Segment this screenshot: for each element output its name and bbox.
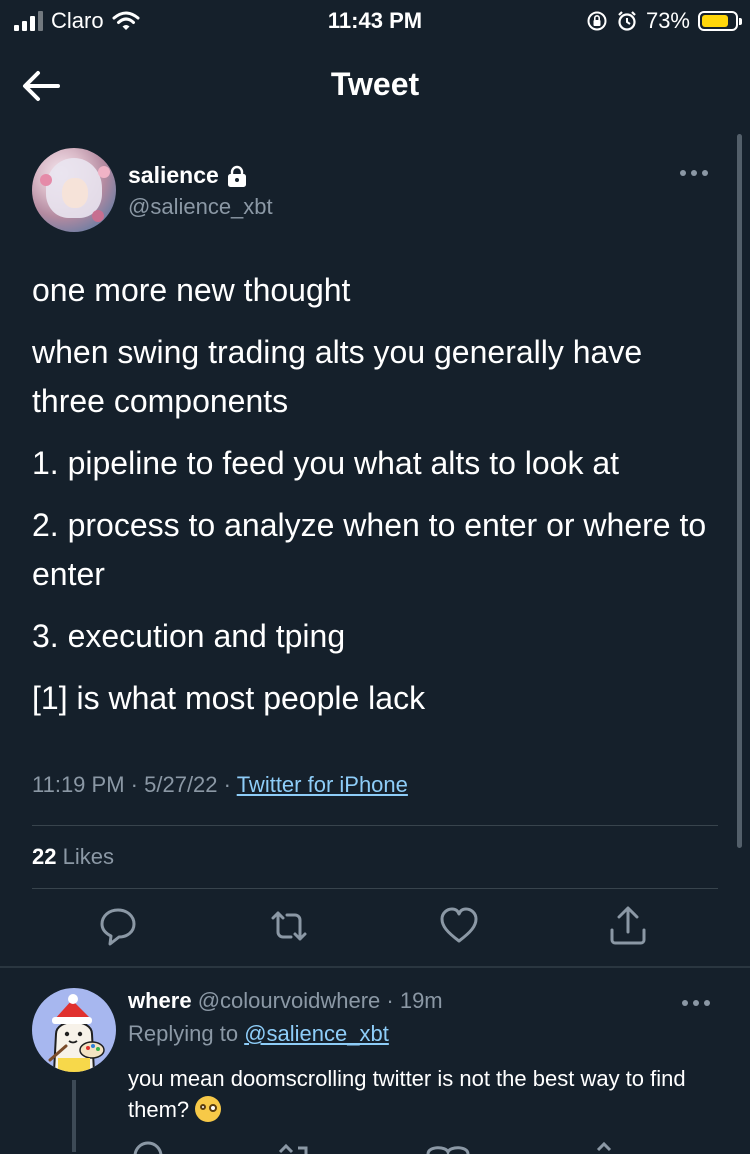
tweet-paragraph: one more new thought [32,272,351,308]
tweet-paragraph: 2. process to analyze when to enter or w… [32,507,707,592]
tweet-author: salience @salience_xbt [32,148,722,238]
meta-separator: · [223,772,231,797]
reply-author-handle[interactable]: @colourvoidwhere [198,988,381,1013]
status-bar: Claro 11:43 PM 73% [0,0,750,40]
share-button[interactable] [606,904,650,948]
more-dots-icon [682,1000,688,1006]
tweet-date: 5/27/22 [144,772,218,797]
like-icon [440,907,478,943]
reply-text-container: you mean doomscrolling twitter is not th… [128,1063,718,1125]
reply-author-name[interactable]: where [128,988,192,1013]
tweet-time: 11:19 PM [32,772,125,797]
author-handle[interactable]: @salience_xbt [128,194,273,220]
orientation-lock-icon [587,11,607,31]
reply-action-icons [133,1141,612,1154]
author-name: salience [128,162,219,188]
author-name-row[interactable]: salience [128,162,247,189]
like-button[interactable] [437,904,481,948]
reply-more-options-button[interactable] [682,996,716,1010]
alarm-icon [618,11,636,31]
divider [32,888,718,889]
status-right: 73% [586,8,742,34]
tweet-paragraph: [1] is what most people lack [32,680,426,716]
retweet-button[interactable] [267,904,311,948]
reply-button[interactable] [96,904,140,948]
reply-separator: · [386,988,394,1013]
meta-separator: · [130,772,138,797]
tweet-text: one more new thought when swing trading … [32,266,722,736]
replying-to: Replying to @salience_xbt [128,1021,389,1047]
monocle-face-emoji-icon [195,1096,222,1122]
reply-avatar[interactable] [32,988,116,1072]
battery-level-fill [702,15,729,27]
likes-label: Likes [62,844,114,869]
lock-icon [227,165,246,187]
thread-line [72,1080,76,1152]
tweet-actions [32,904,718,958]
likes-count-row[interactable]: 22 Likes [32,844,114,870]
replying-to-prefix: Replying to [128,1021,239,1046]
retweet-icon [271,911,307,941]
tweet-paragraph: when swing trading alts you generally ha… [32,334,643,419]
tweet-source-link[interactable]: Twitter for iPhone [237,772,408,797]
more-options-button[interactable] [680,166,714,180]
share-icon [610,906,646,945]
reply-actions-peek [128,1134,688,1154]
reply-tweet[interactable]: where @colourvoidwhere · 19m Replying to… [0,968,750,1154]
reply-header: where @colourvoidwhere · 19m [128,988,443,1014]
tweet-paragraph: 3. execution and tping [32,618,346,654]
avatar-illustration [48,994,105,1072]
more-dots-icon [680,170,686,176]
navigation-bar: Tweet [0,48,750,120]
battery-percent: 73% [645,8,690,33]
divider [32,825,718,826]
page-title: Tweet [330,66,420,102]
reply-icon [100,908,136,946]
author-avatar[interactable] [32,148,116,232]
replying-to-handle-link[interactable]: @salience_xbt [244,1021,389,1046]
scroll-indicator [737,134,742,848]
tweet-paragraph: 1. pipeline to feed you what alts to loo… [32,445,620,481]
reply-age: 19m [399,988,443,1013]
tweet-metadata: 11:19 PM · 5/27/22 · Twitter for iPhone [32,772,408,798]
battery-icon [698,11,742,31]
likes-count: 22 [32,844,57,869]
